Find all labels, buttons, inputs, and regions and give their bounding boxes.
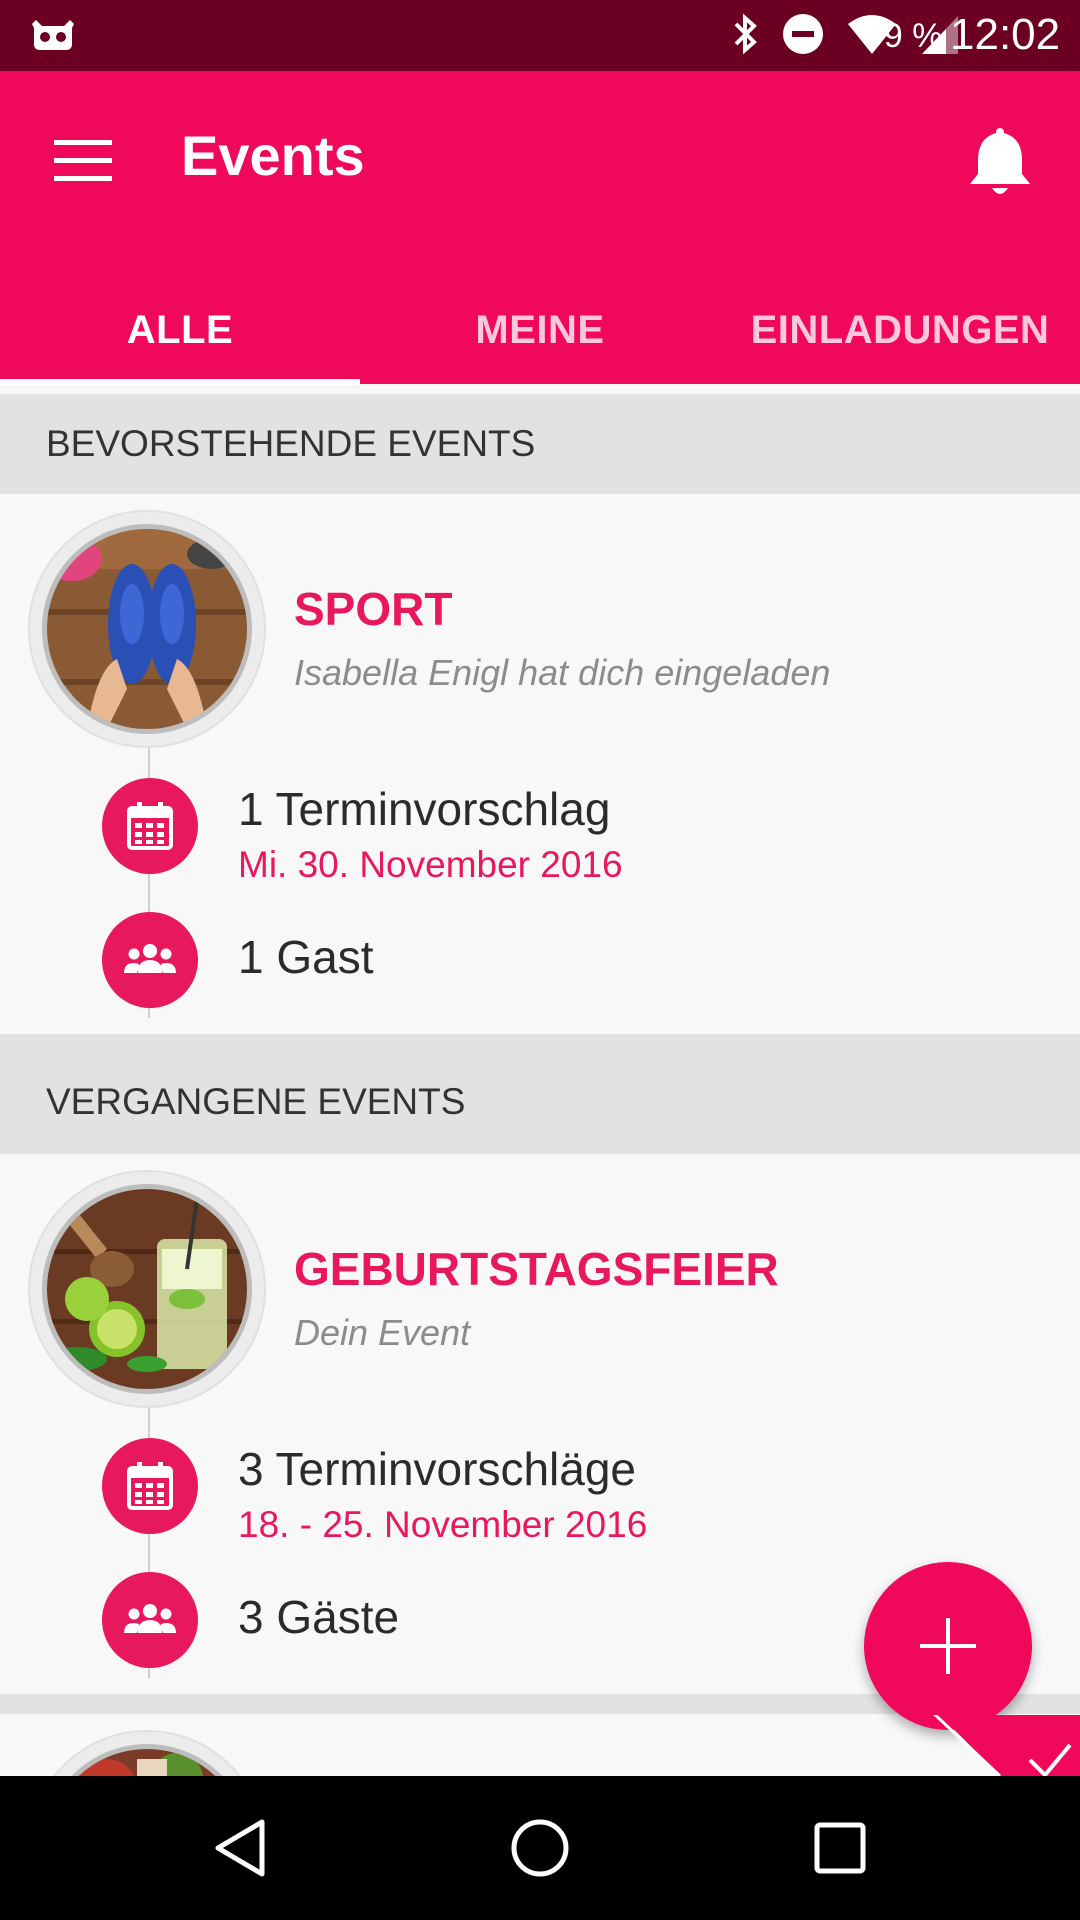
home-circle-icon <box>511 1819 569 1877</box>
proposal-count: 1 Terminvorschlag <box>238 783 611 835</box>
event-subtitle: Dein Event <box>294 1312 471 1353</box>
check-badge <box>920 1715 1080 1776</box>
back-button[interactable] <box>180 1798 300 1898</box>
event-avatar <box>30 512 264 746</box>
guest-count: 1 Gast <box>238 931 374 983</box>
plus-icon <box>920 1618 976 1674</box>
group-icon <box>102 912 198 1008</box>
calendar-icon <box>102 1438 198 1534</box>
proposal-count: 3 Terminvorschläge <box>238 1443 637 1495</box>
back-triangle-icon <box>215 1819 265 1877</box>
notifications-button[interactable] <box>950 111 1050 211</box>
mojito-drink-photo <box>42 1184 252 1394</box>
hamburger-menu-icon <box>54 140 112 181</box>
bell-icon <box>970 128 1030 194</box>
event-subtitle: Isabella Enigl hat dich eingeladen <box>294 652 831 693</box>
tab-einladungen[interactable]: EINLADUNGEN <box>720 276 1080 384</box>
section-header-upcoming: BEVORSTEHENDE EVENTS <box>0 394 1080 494</box>
tab-bar: ALLE MEINE EINLADUNGEN <box>0 276 1080 384</box>
group-icon <box>102 1572 198 1668</box>
status-time: 12:02 <box>950 10 1061 59</box>
recents-square-icon <box>814 1822 866 1874</box>
calendar-icon <box>102 778 198 874</box>
navigation-bar <box>0 1776 1080 1920</box>
event-avatar <box>30 1732 264 1776</box>
event-avatar <box>30 1172 264 1406</box>
menu-button[interactable] <box>40 121 126 201</box>
page-title: Events <box>181 124 365 187</box>
cyanogen-icon <box>30 18 76 57</box>
sneakers-photo <box>42 524 252 734</box>
do-not-disturb-icon <box>782 13 824 60</box>
food-photo <box>42 1744 252 1776</box>
tab-meine[interactable]: MEINE <box>360 276 720 384</box>
section-header-past: VERGANGENE EVENTS <box>0 1034 1080 1154</box>
event-title: GEBURTSTAGSFEIER <box>294 1243 779 1295</box>
recents-button[interactable] <box>780 1798 900 1898</box>
status-bar: 99 % 12:02 <box>0 0 1080 71</box>
home-button[interactable] <box>480 1798 600 1898</box>
proposal-date: 18. - 25. November 2016 <box>238 1504 648 1545</box>
bluetooth-icon <box>732 12 760 61</box>
add-event-button[interactable] <box>864 1562 1032 1730</box>
event-title: SPORT <box>294 583 453 635</box>
app-bar: Events ALLE MEINE EINLADUNGEN <box>0 71 1080 385</box>
battery-percentage: 99 % <box>865 17 943 55</box>
guest-count: 3 Gäste <box>238 1591 400 1643</box>
tab-alle[interactable]: ALLE <box>0 276 360 384</box>
proposal-date: Mi. 30. November 2016 <box>238 844 623 885</box>
event-card-sport[interactable]: SPORT Isabella Enigl hat dich eingeladen… <box>0 494 1080 1034</box>
